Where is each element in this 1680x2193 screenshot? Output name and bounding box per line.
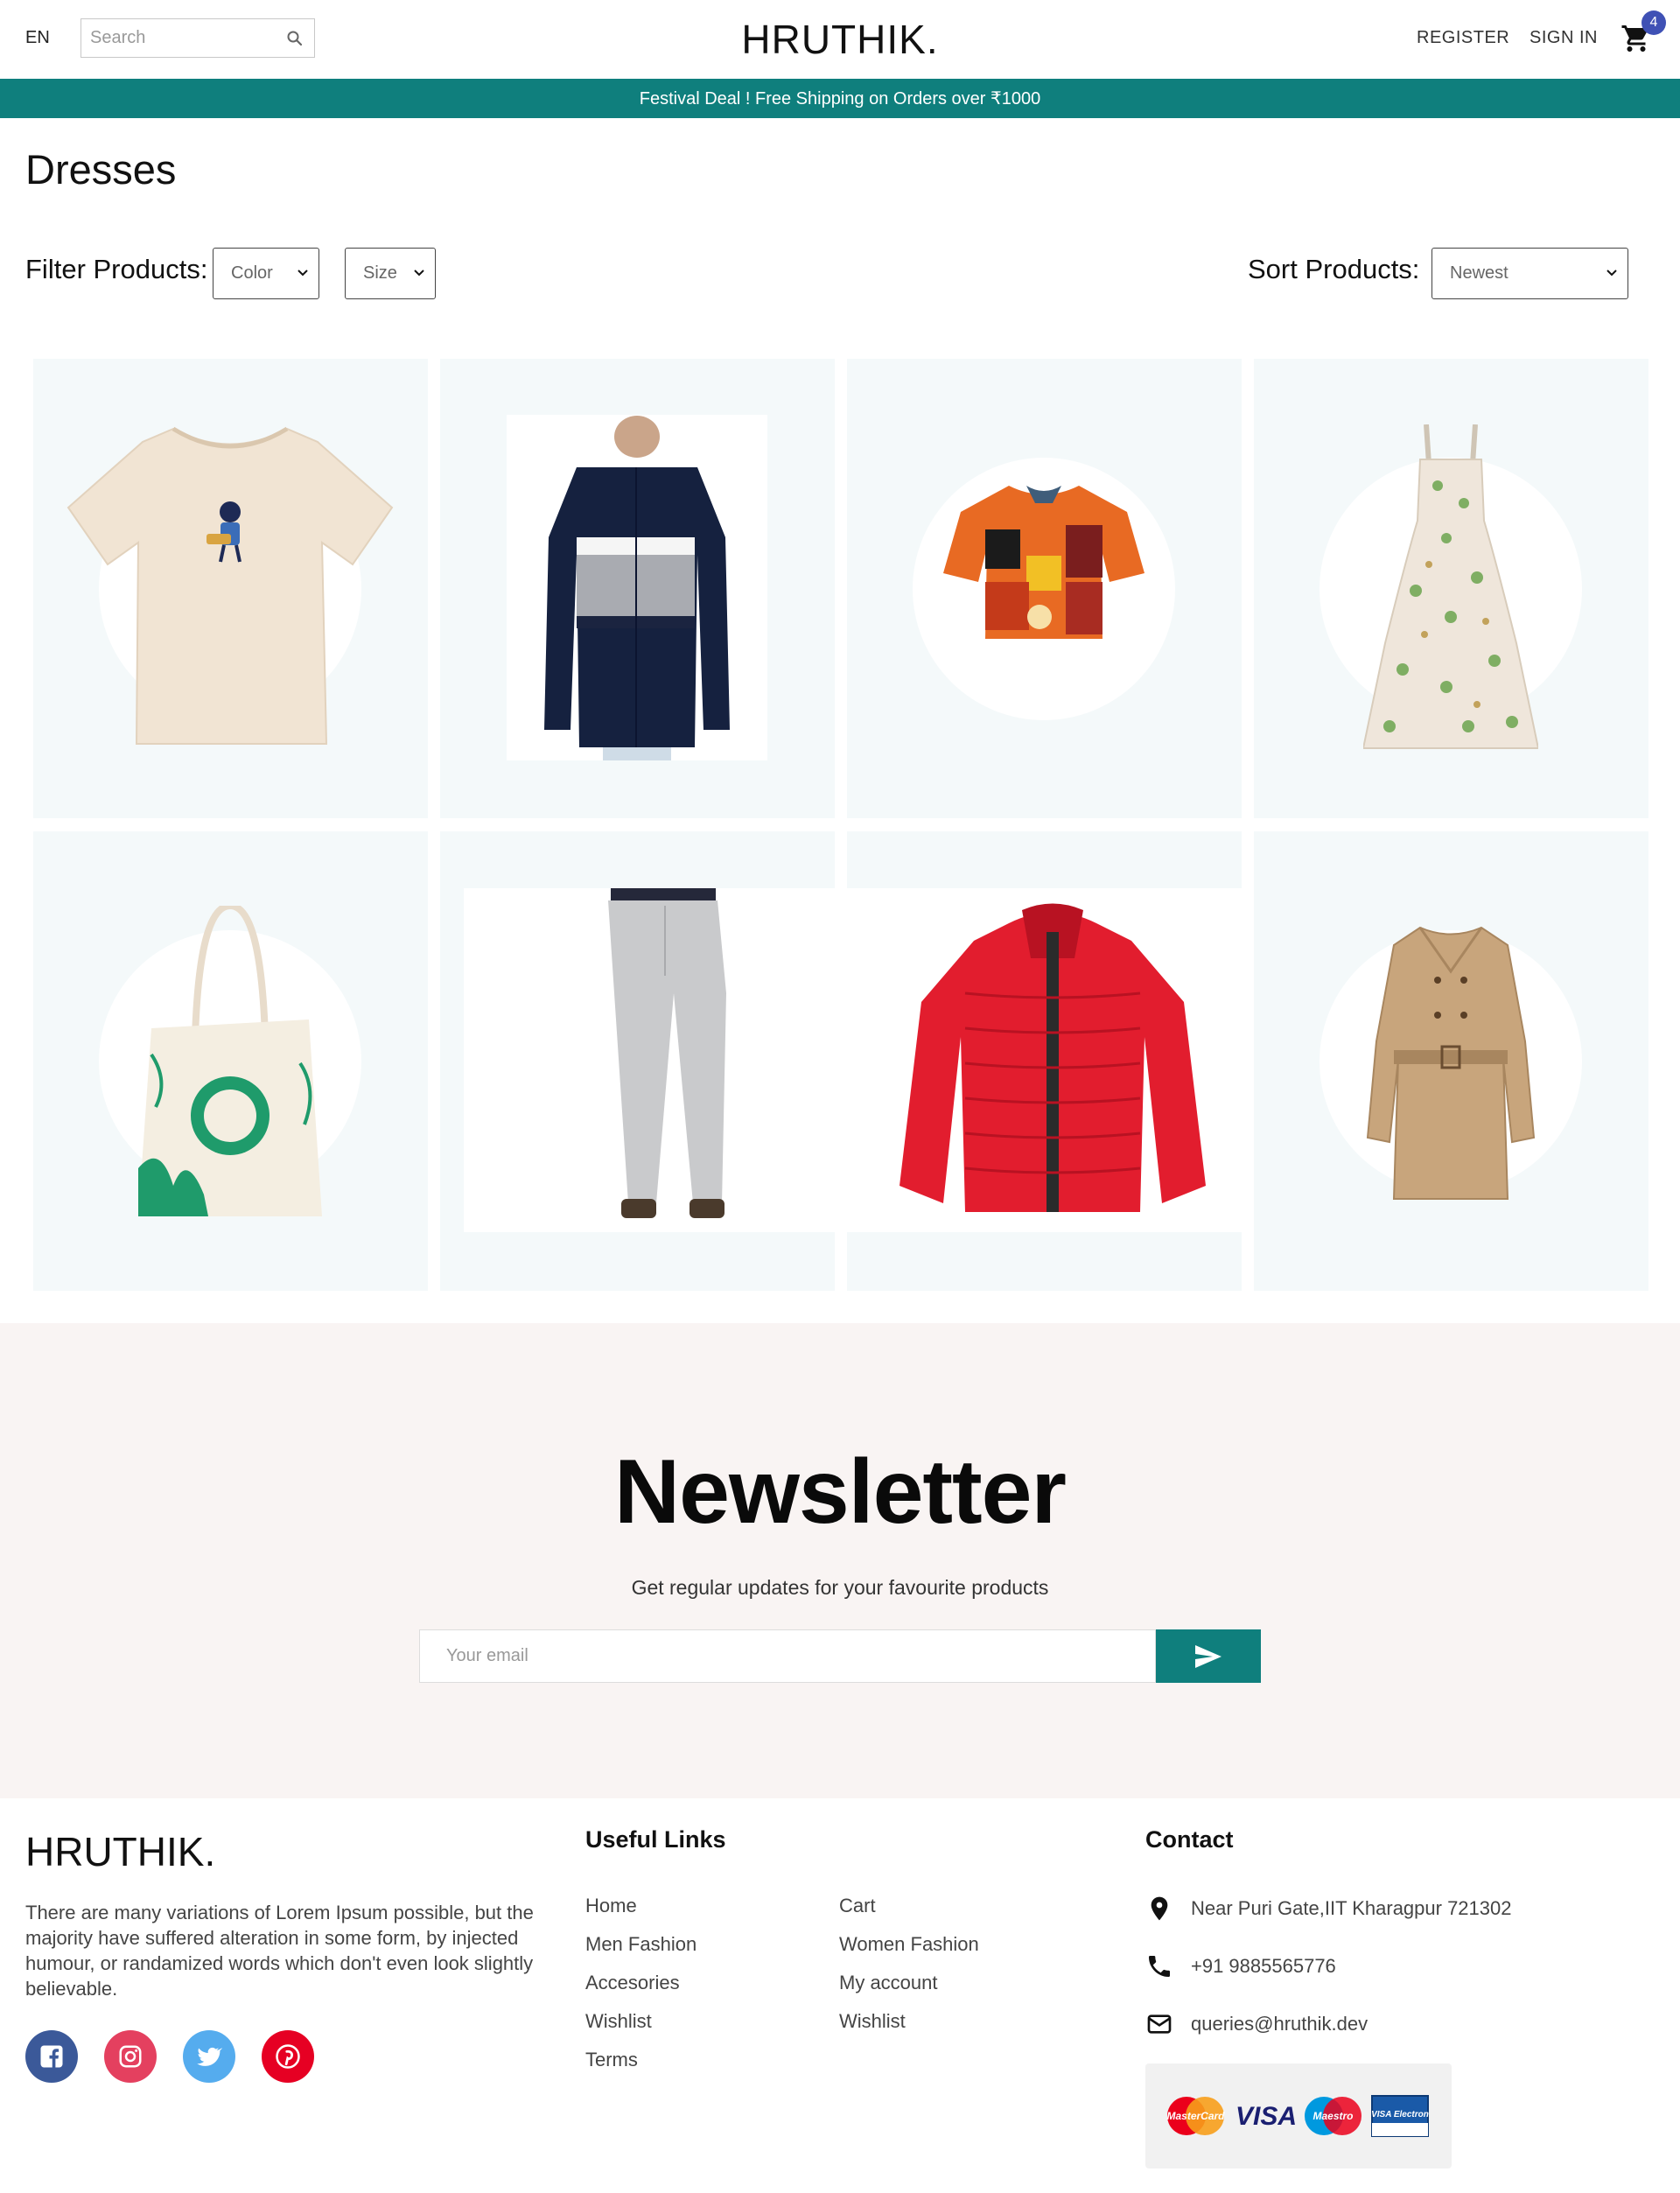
contact-phone-row: +91 9885565776 <box>1145 1952 1336 1980</box>
send-icon <box>1195 1644 1222 1668</box>
footer: HRUTHIK. There are many variations of Lo… <box>0 1798 1680 2193</box>
visa-label: VISA <box>1236 2102 1297 2131</box>
mail-icon <box>1147 2014 1172 2034</box>
contact-phone[interactable]: +91 9885565776 <box>1191 1955 1336 1978</box>
contact-title: Contact <box>1145 1826 1234 1853</box>
newsletter-title: Newsletter <box>614 1441 1067 1543</box>
contact-address-row: Near Puri Gate,IIT Kharagpur 721302 <box>1145 1895 1511 1923</box>
product-card-grey-pants[interactable] <box>440 831 840 1291</box>
product-card-printed-shirt[interactable] <box>847 359 1242 818</box>
instagram-button[interactable] <box>104 2030 157 2083</box>
color-filter-select[interactable]: Color <box>213 248 319 299</box>
footer-link-accesories[interactable]: Accesories <box>585 1972 680 1994</box>
sort-value: Newest <box>1450 263 1508 283</box>
pinterest-button[interactable] <box>262 2030 314 2083</box>
twitter-button[interactable] <box>183 2030 235 2083</box>
facebook-icon <box>40 2045 63 2068</box>
pinterest-icon <box>276 2044 300 2069</box>
twitter-icon <box>197 2047 222 2066</box>
product-card-tote-bag[interactable] <box>33 831 428 1291</box>
contact-address: Near Puri Gate,IIT Kharagpur 721302 <box>1191 1897 1512 1919</box>
size-filter-value: Size <box>363 263 397 283</box>
footer-link-terms[interactable]: Terms <box>585 2049 638 2071</box>
phone-icon <box>1149 1956 1170 1977</box>
floral-dress-image <box>1363 424 1538 749</box>
product-card-tshirt[interactable] <box>33 359 428 818</box>
tote-bag-image <box>138 906 322 1216</box>
trench-coat-image <box>1366 926 1536 1200</box>
chevron-down-icon <box>414 270 424 277</box>
maestro-label: Maestro <box>1312 2110 1353 2122</box>
chevron-down-icon <box>1606 270 1617 277</box>
announcement-text: Festival Deal ! Free Shipping on Orders … <box>639 89 1041 109</box>
search-input[interactable] <box>81 20 274 56</box>
product-card-red-puffer-jacket[interactable] <box>847 831 1302 1291</box>
mastercard-logo: MasterCard <box>1163 2081 1228 2151</box>
facebook-button[interactable] <box>25 2030 78 2083</box>
visa-electron-label: VISA Electron <box>1371 2110 1429 2119</box>
footer-link-wishlist[interactable]: Wishlist <box>585 2010 652 2033</box>
payment-methods: MasterCard VISA Maestro VISA Electron <box>1145 2063 1452 2168</box>
tshirt-image <box>66 426 394 745</box>
striped-shirt-image <box>507 415 767 760</box>
footer-link-men-fashion[interactable]: Men Fashion <box>585 1933 696 1956</box>
footer-link-home[interactable]: Home <box>585 1895 637 1917</box>
filter-label: Filter Products: <box>25 254 208 284</box>
useful-links-title: Useful Links <box>585 1826 726 1853</box>
printed-shirt-image <box>943 486 1144 639</box>
language-selector[interactable]: EN <box>25 28 50 48</box>
search-icon[interactable] <box>284 28 305 49</box>
location-pin-icon <box>1151 1896 1168 1921</box>
sort-select[interactable]: Newest <box>1432 248 1628 299</box>
grey-pants-image <box>464 888 840 1232</box>
maestro-logo: Maestro <box>1300 2081 1366 2151</box>
newsletter-subtitle: Get regular updates for your favourite p… <box>631 1576 1049 1599</box>
visa-electron-logo: VISA Electron <box>1371 2081 1429 2151</box>
mastercard-label: MasterCard <box>1166 2110 1225 2122</box>
product-card-floral-dress[interactable] <box>1254 359 1648 818</box>
footer-link-wishlist-2[interactable]: Wishlist <box>839 2010 906 2033</box>
navbar: EN HRUTHIK. REGISTER SIGN IN 4 <box>0 0 1680 79</box>
footer-link-my-account[interactable]: My account <box>839 1972 938 1994</box>
newsletter-section: Newsletter Get regular updates for your … <box>0 1323 1680 1798</box>
color-filter-value: Color <box>231 263 273 283</box>
footer-description: There are many variations of Lorem Ipsum… <box>25 1902 534 2000</box>
sort-label: Sort Products: <box>1248 254 1420 284</box>
newsletter-submit-button[interactable] <box>1156 1629 1261 1683</box>
chevron-down-icon <box>298 270 308 277</box>
contact-email-row: queries@hruthik.dev <box>1145 2010 1368 2038</box>
product-card-trench-coat[interactable] <box>1254 831 1648 1291</box>
red-puffer-jacket-image <box>847 888 1302 1232</box>
page-title: Dresses <box>25 146 177 193</box>
announcement-bar: Festival Deal ! Free Shipping on Orders … <box>0 79 1680 118</box>
contact-email[interactable]: queries@hruthik.dev <box>1191 2013 1368 2035</box>
cart-count-badge: 4 <box>1642 11 1666 35</box>
register-link[interactable]: REGISTER <box>1417 28 1509 48</box>
footer-link-women-fashion[interactable]: Women Fashion <box>839 1933 979 1956</box>
footer-logo[interactable]: HRUTHIK. <box>25 1828 215 1875</box>
newsletter-email-input[interactable] <box>419 1629 1156 1683</box>
signin-link[interactable]: SIGN IN <box>1530 28 1598 48</box>
size-filter-select[interactable]: Size <box>345 248 436 299</box>
product-card-striped-shirt[interactable] <box>440 359 835 818</box>
visa-logo: VISA <box>1232 2081 1300 2151</box>
footer-link-cart[interactable]: Cart <box>839 1895 876 1917</box>
instagram-icon <box>119 2045 142 2068</box>
search-box <box>80 18 315 58</box>
brand-logo[interactable]: HRUTHIK. <box>741 17 938 62</box>
